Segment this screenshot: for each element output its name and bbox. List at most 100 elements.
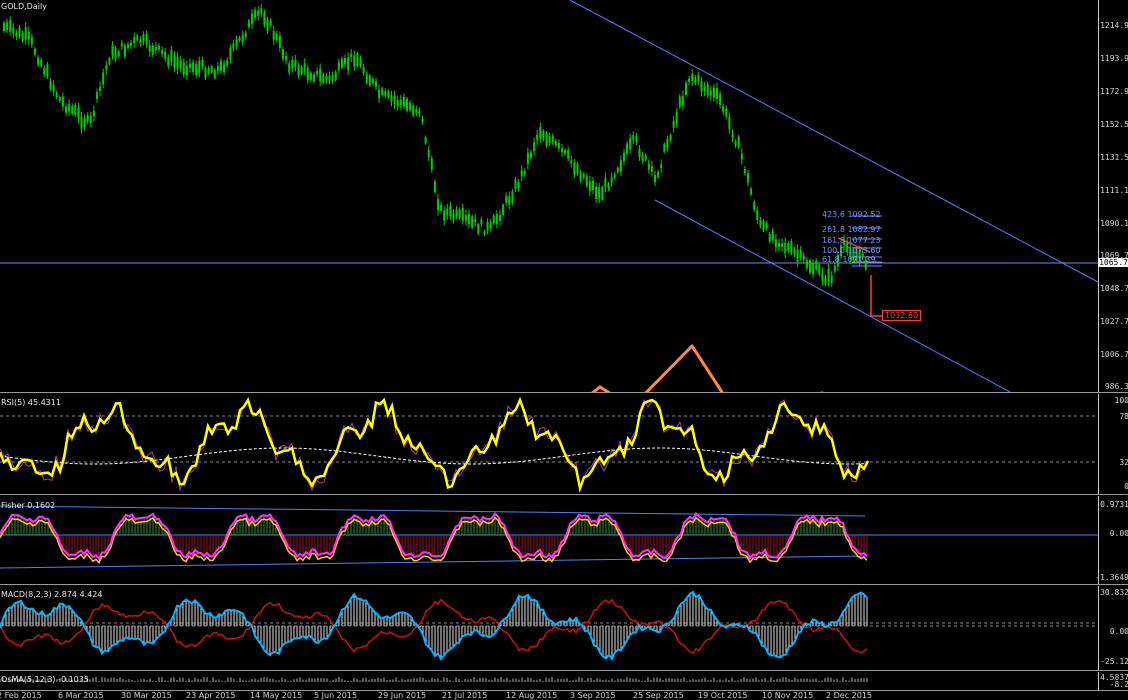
candle-body — [86, 115, 89, 122]
rsi-chart[interactable] — [0, 394, 1098, 494]
candle-body — [58, 97, 61, 102]
macd-chart[interactable] — [0, 586, 1098, 670]
fisher-chart[interactable] — [0, 496, 1098, 584]
macd-pane[interactable] — [0, 586, 1098, 670]
candle-body — [185, 66, 188, 76]
candle-body — [685, 82, 687, 95]
pane-separator[interactable] — [0, 584, 1128, 585]
candle-body — [46, 64, 49, 77]
pane-separator[interactable] — [0, 392, 1128, 393]
candle-body — [347, 57, 350, 70]
candle-body — [427, 149, 430, 158]
candle-body — [92, 110, 95, 117]
candle-body — [285, 56, 288, 61]
candle-body — [573, 162, 576, 175]
candle-body — [430, 158, 433, 170]
candle-body — [378, 89, 381, 99]
candle-body — [554, 140, 557, 146]
macd-tick: 0.00 — [1109, 627, 1128, 636]
candle-body — [204, 68, 207, 78]
candle-body — [9, 19, 12, 32]
target-price-text: 1032.80 — [885, 311, 919, 320]
candle-body — [818, 264, 821, 275]
time-tick: 30 Mar 2015 — [121, 691, 172, 700]
candle-body — [737, 136, 740, 148]
price-tick: 1193.9 — [1100, 54, 1128, 63]
candle-body — [433, 181, 436, 192]
time-tick: 29 Jun 2015 — [378, 691, 427, 700]
rsi-pane[interactable] — [0, 394, 1098, 494]
candle-body — [623, 152, 625, 162]
candle-body — [238, 37, 241, 41]
candle-body — [30, 37, 33, 45]
candle-body — [672, 120, 675, 128]
time-tick: 12 Aug 2015 — [506, 691, 558, 700]
candle-body — [731, 133, 734, 138]
osma-pane[interactable] — [0, 672, 1098, 690]
candle-body — [691, 74, 694, 81]
candle-body — [247, 20, 250, 28]
candle-body — [24, 27, 27, 40]
candle-body — [610, 176, 613, 183]
candle-body — [505, 196, 508, 203]
candle-body — [409, 102, 412, 110]
candle-body — [753, 201, 756, 210]
candle-body — [567, 149, 570, 159]
pane-separator[interactable] — [0, 494, 1128, 495]
candle-body — [176, 56, 179, 70]
time-tick: 21 Jul 2015 — [442, 691, 488, 700]
rsi-axis: 100 78 32 0 — [1098, 394, 1128, 494]
time-tick: 23 Apr 2015 — [186, 691, 236, 700]
chart-title-text: GOLD,Daily — [1, 2, 47, 11]
candle-body — [251, 13, 253, 24]
candle-body — [235, 39, 238, 47]
candle-body — [337, 62, 340, 71]
osma-chart[interactable] — [0, 672, 1098, 690]
price-pane[interactable] — [0, 0, 1098, 392]
candle-body — [632, 135, 635, 141]
fisher-pane[interactable] — [0, 496, 1098, 584]
candle-body — [297, 66, 300, 75]
candle-body — [117, 51, 120, 57]
candle-body — [182, 62, 185, 75]
candle-body — [502, 204, 505, 215]
candle-body — [142, 34, 145, 43]
candle-body — [675, 112, 678, 124]
candle-body — [765, 223, 768, 229]
candle-body — [592, 180, 594, 191]
candle-body — [455, 208, 458, 217]
candle-body — [440, 204, 443, 211]
candle-body — [536, 134, 539, 141]
rsi-tick: 32 — [1119, 458, 1128, 467]
candle-body — [641, 154, 644, 162]
macd-title: MACD(8,2,3) 2.874 4.424 — [1, 590, 103, 599]
candle-body — [328, 75, 331, 81]
price-chart[interactable] — [0, 0, 1098, 392]
candle-body — [402, 96, 405, 107]
osma-tick: -8.2 — [1109, 680, 1128, 689]
candle-body — [266, 19, 269, 31]
candle-body — [396, 100, 399, 107]
candle-body — [650, 166, 653, 172]
fib-label: 161.8 1077.23 — [822, 236, 881, 245]
forecast-arrow-segment — [690, 344, 724, 392]
candle-body — [533, 142, 536, 152]
candle-body — [750, 188, 753, 195]
fisher-tick: 0.9731 — [1100, 500, 1128, 509]
candle-body — [815, 260, 818, 270]
candle-body — [635, 135, 638, 143]
candle-body — [759, 219, 762, 226]
candle-body — [663, 144, 666, 152]
candle-body — [449, 205, 452, 217]
candle-body — [40, 59, 43, 67]
time-tick: 10 Nov 2015 — [762, 691, 814, 700]
candle-body — [399, 99, 402, 106]
price-tick: 1172.9 — [1100, 87, 1128, 96]
candle-body — [601, 187, 604, 200]
candle-body — [114, 47, 117, 60]
pane-separator[interactable] — [0, 670, 1128, 671]
candle-body — [700, 81, 703, 93]
candle-body — [548, 135, 551, 143]
candle-body — [170, 49, 173, 62]
candle-body — [309, 72, 312, 81]
